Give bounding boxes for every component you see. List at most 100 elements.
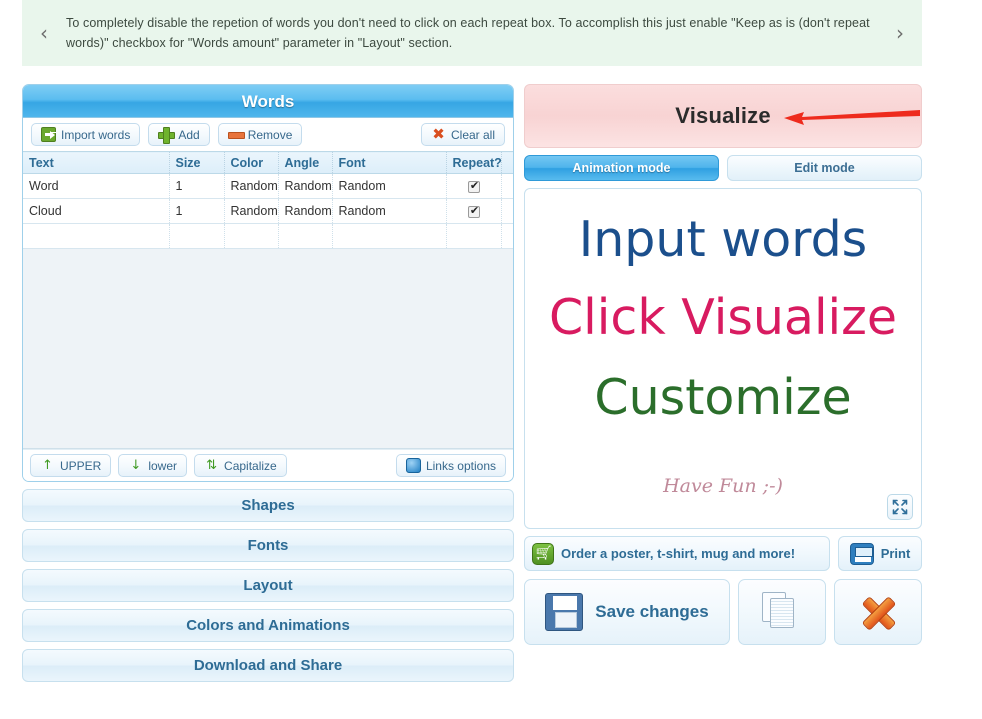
action-buttons-row: Save changes xyxy=(524,579,922,645)
visualize-button[interactable]: Visualize xyxy=(524,84,922,148)
cloud-word[interactable]: Have Fun ;-) xyxy=(525,475,921,497)
section-shapes[interactable]: Shapes xyxy=(22,489,514,522)
order-print-row: Order a poster, t-shirt, mug and more! P… xyxy=(524,536,922,571)
lowercase-button[interactable]: ↓ lower xyxy=(118,454,188,477)
words-footer-toolbar: ↑ UPPER ↓ lower ⇅ Capitalize Links optio… xyxy=(23,449,513,481)
minus-icon xyxy=(227,127,245,142)
cell-text[interactable]: Cloud xyxy=(23,198,170,224)
capitalize-button[interactable]: ⇅ Capitalize xyxy=(194,454,287,477)
cell-size[interactable]: 1 xyxy=(169,198,225,224)
capitalize-label: Capitalize xyxy=(224,458,277,473)
print-button[interactable]: Print xyxy=(838,536,922,571)
cloud-word[interactable]: Input words xyxy=(525,211,921,268)
words-table-empty-area xyxy=(23,249,513,449)
red-arrow-annotation xyxy=(784,110,920,125)
remove-word-label: Remove xyxy=(247,127,293,142)
links-options-button[interactable]: Links options xyxy=(395,454,506,477)
words-table-body: Word 1 Random Random Random Cloud 1 Rand… xyxy=(23,173,513,249)
delete-button[interactable] xyxy=(834,579,922,645)
cell-color[interactable]: Random xyxy=(224,173,279,199)
section-download-share[interactable]: Download and Share xyxy=(22,649,514,682)
clear-x-icon: ✖ xyxy=(432,125,445,143)
uppercase-button[interactable]: ↑ UPPER xyxy=(30,454,112,477)
import-icon xyxy=(41,127,56,142)
words-toolbar: Import words Add Remove ✖ Clear all xyxy=(23,118,513,151)
cell-pad xyxy=(501,198,513,224)
copy-button[interactable] xyxy=(738,579,826,645)
chevron-right-icon[interactable]: › xyxy=(878,23,922,43)
cell-repeat[interactable] xyxy=(446,198,502,224)
cell-text[interactable]: Word xyxy=(23,173,170,199)
arrow-down-icon: ↓ xyxy=(130,458,142,473)
cell-pad xyxy=(501,173,513,199)
cell-angle[interactable]: Random xyxy=(278,198,333,224)
table-row[interactable]: Word 1 Random Random Random xyxy=(23,173,513,199)
save-changes-button[interactable]: Save changes xyxy=(524,579,730,645)
col-scroll-pad xyxy=(501,151,513,174)
add-word-label: Add xyxy=(178,127,200,142)
col-color[interactable]: Color xyxy=(224,151,279,174)
lowercase-label: lower xyxy=(148,458,178,473)
cell-font[interactable]: Random xyxy=(332,198,447,224)
arrow-up-icon: ↑ xyxy=(42,458,53,473)
add-word-button[interactable]: Add xyxy=(148,123,210,146)
printer-icon xyxy=(849,542,874,565)
word-cloud-canvas[interactable]: Input words Click Visualize Customize Ha… xyxy=(524,188,922,529)
cell-angle[interactable]: Random xyxy=(278,173,333,199)
cloud-word[interactable]: Customize xyxy=(525,369,921,426)
delete-x-icon xyxy=(856,590,900,634)
cell-repeat[interactable] xyxy=(446,223,502,249)
table-row[interactable]: Cloud 1 Random Random Random xyxy=(23,198,513,224)
cell-size[interactable] xyxy=(169,223,225,249)
cell-font[interactable] xyxy=(332,223,447,249)
clear-all-button[interactable]: ✖ Clear all xyxy=(420,123,505,146)
cell-text[interactable] xyxy=(23,223,170,249)
cell-angle[interactable] xyxy=(278,223,333,249)
notification-text: To completely disable the repetion of wo… xyxy=(66,16,870,50)
uppercase-label: UPPER xyxy=(60,458,102,473)
order-label: Order a poster, t-shirt, mug and more! xyxy=(561,546,796,561)
cloud-word[interactable]: Click Visualize xyxy=(525,289,921,346)
words-table: Text Size Color Angle Font Repeat? Word … xyxy=(23,151,513,249)
fullscreen-icon[interactable] xyxy=(887,494,913,520)
table-header-row: Text Size Color Angle Font Repeat? xyxy=(23,151,513,174)
import-words-label: Import words xyxy=(61,127,131,142)
tab-edit-mode[interactable]: Edit mode xyxy=(727,155,922,181)
table-row[interactable] xyxy=(23,223,513,249)
cell-color[interactable] xyxy=(224,223,279,249)
cell-color[interactable]: Random xyxy=(224,198,279,224)
cell-font[interactable]: Random xyxy=(332,173,447,199)
floppy-disk-icon xyxy=(545,593,584,631)
chevron-left-icon[interactable]: ‹ xyxy=(22,23,66,43)
order-merchandise-button[interactable]: Order a poster, t-shirt, mug and more! xyxy=(524,536,830,571)
cell-pad xyxy=(501,223,513,249)
words-panel-title: Words xyxy=(23,85,513,118)
col-font[interactable]: Font xyxy=(332,151,447,174)
import-words-button[interactable]: Import words xyxy=(31,123,141,146)
notification-bar: ‹ To completely disable the repetion of … xyxy=(22,0,922,66)
repeat-checkbox[interactable] xyxy=(467,179,481,193)
shopping-cart-icon xyxy=(532,542,554,565)
cell-size[interactable]: 1 xyxy=(169,173,225,199)
app-root: ‹ To completely disable the repetion of … xyxy=(0,0,982,719)
remove-word-button[interactable]: Remove xyxy=(217,123,303,146)
words-table-head: Text Size Color Angle Font Repeat? xyxy=(23,151,513,174)
mode-tabs: Animation mode Edit mode xyxy=(524,155,922,181)
globe-icon xyxy=(405,458,421,473)
repeat-checkbox[interactable] xyxy=(467,204,481,218)
print-label: Print xyxy=(880,546,911,561)
section-layout[interactable]: Layout xyxy=(22,569,514,602)
right-column: Visualize Animation mode Edit mode Input… xyxy=(524,84,922,645)
col-text[interactable]: Text xyxy=(23,151,170,174)
left-column: Words Import words Add Remove ✖ Clear al… xyxy=(22,84,514,682)
col-angle[interactable]: Angle xyxy=(278,151,333,174)
section-colors-animations[interactable]: Colors and Animations xyxy=(22,609,514,642)
section-fonts[interactable]: Fonts xyxy=(22,529,514,562)
cell-repeat[interactable] xyxy=(446,173,502,199)
arrow-up-down-icon: ⇅ xyxy=(206,458,217,473)
tab-animation-mode[interactable]: Animation mode xyxy=(524,155,719,181)
col-repeat[interactable]: Repeat? xyxy=(446,151,502,174)
col-size[interactable]: Size xyxy=(169,151,225,174)
clear-all-label: Clear all xyxy=(450,127,495,142)
save-changes-label: Save changes xyxy=(595,602,709,621)
